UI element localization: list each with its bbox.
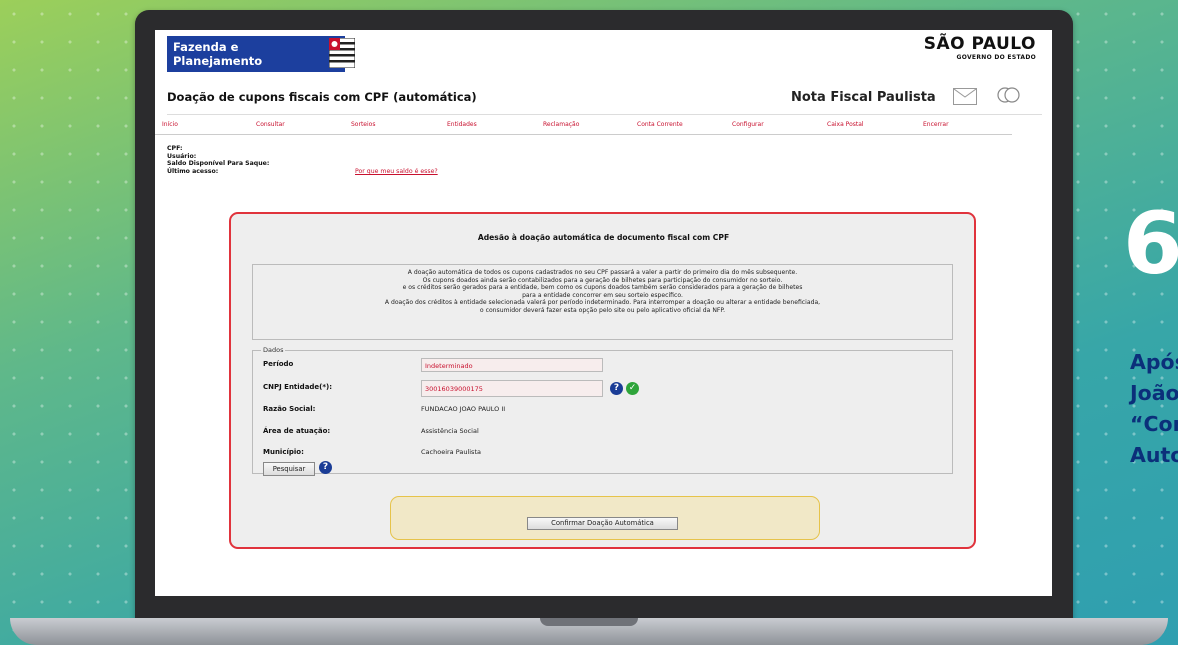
periodo-field[interactable]: Indeterminado: [421, 358, 603, 372]
description-line: o consumidor deverá fazer esta opção pel…: [479, 306, 726, 314]
side-caption-line: Após: [1130, 350, 1178, 374]
description-box: A doação automática de todos os cupons c…: [252, 264, 953, 340]
periodo-label: Período: [263, 360, 294, 368]
browser-screen: Fazenda e Planejamento SÃO PAULO GOVERNO…: [155, 30, 1052, 596]
menu-item-reclamacao[interactable]: Reclamação: [543, 121, 579, 128]
step-number: 6: [1123, 194, 1178, 294]
side-caption-line: Auto: [1130, 443, 1178, 467]
razao-social-value: FUNDACAO JOAO PAULO II: [421, 405, 506, 413]
side-caption-line: “Con: [1130, 412, 1178, 436]
area-atuacao-value: Assistência Social: [421, 427, 479, 435]
dados-fieldset: Dados Período Indeterminado CNPJ Entidad…: [252, 346, 953, 476]
menu-item-configurar[interactable]: Configurar: [732, 121, 764, 128]
ultimo-acesso-label: Último acesso:: [167, 167, 219, 175]
saldo-label: Saldo Disponível Para Saque:: [167, 160, 270, 167]
menu-item-sorteios[interactable]: Sorteios: [351, 121, 375, 128]
menu-item-conta-corrente[interactable]: Conta Corrente: [637, 121, 683, 128]
description-line: A doação dos créditos à entidade selecio…: [384, 299, 821, 307]
brand-line-2: Planejamento: [173, 54, 263, 68]
menu-item-caixa-postal[interactable]: Caixa Postal: [827, 121, 864, 128]
user-info: CPF: Usuário: Saldo Disponível Para Saqu…: [167, 145, 269, 175]
main-menu: Início Consultar Sorteios Entidades Recl…: [155, 120, 1012, 135]
page-title: Doação de cupons fiscais com CPF (automá…: [167, 90, 477, 104]
description-line: A doação automática de todos os cupons c…: [407, 269, 798, 276]
check-icon: ✓: [626, 382, 639, 395]
menu-item-inicio[interactable]: Início: [162, 121, 178, 128]
brand-line-1: Fazenda e: [173, 40, 239, 54]
cnpj-label: CNPJ Entidade(*):: [263, 383, 333, 391]
coins-icon[interactable]: [997, 86, 1021, 104]
menu-item-encerrar[interactable]: Encerrar: [923, 121, 949, 128]
sp-logo-subtext: GOVERNO DO ESTADO: [956, 54, 1036, 61]
search-help-icon[interactable]: ?: [319, 461, 332, 474]
menu-item-consultar[interactable]: Consultar: [256, 121, 285, 128]
menu-item-entidades[interactable]: Entidades: [447, 121, 477, 128]
laptop-notch: [540, 618, 638, 626]
sao-paulo-flag-icon: [329, 38, 355, 68]
adesao-panel: Adesão à doação automática de documento …: [229, 212, 976, 549]
envelope-icon[interactable]: [953, 88, 977, 105]
usuario-label: Usuário:: [167, 152, 197, 160]
cpf-label: CPF:: [167, 145, 183, 152]
saldo-explanation-link[interactable]: Por que meu saldo é esse?: [355, 168, 438, 175]
side-caption-line: João: [1130, 381, 1178, 405]
municipio-label: Município:: [263, 448, 304, 456]
help-icon[interactable]: ?: [610, 382, 623, 395]
area-atuacao-label: Área de atuação:: [263, 427, 331, 435]
sp-logo-text: SÃO PAULO: [923, 34, 1036, 54]
panel-title: Adesão à doação automática de documento …: [477, 233, 730, 242]
side-caption: Após João “Con Auto: [1130, 347, 1178, 471]
municipio-value: Cachoeira Paulista: [421, 448, 481, 456]
sao-paulo-governo-logo: SÃO PAULO GOVERNO DO ESTADO: [924, 34, 1036, 61]
title-bar: Doação de cupons fiscais com CPF (automá…: [167, 86, 1042, 115]
pesquisar-button[interactable]: Pesquisar: [263, 462, 315, 476]
cnpj-field[interactable]: 30016039000175: [421, 380, 603, 397]
site-header: Fazenda e Planejamento SÃO PAULO GOVERNO…: [155, 30, 1052, 78]
app-name: Nota Fiscal Paulista: [791, 90, 936, 105]
confirm-donation-button[interactable]: Confirmar Doação Automática: [527, 517, 678, 530]
fieldset-legend: Dados: [261, 346, 286, 354]
fazenda-logo[interactable]: Fazenda e Planejamento: [167, 36, 355, 72]
razao-social-label: Razão Social:: [263, 405, 316, 413]
description-line: e os créditos serão gerados para a entid…: [402, 284, 803, 292]
